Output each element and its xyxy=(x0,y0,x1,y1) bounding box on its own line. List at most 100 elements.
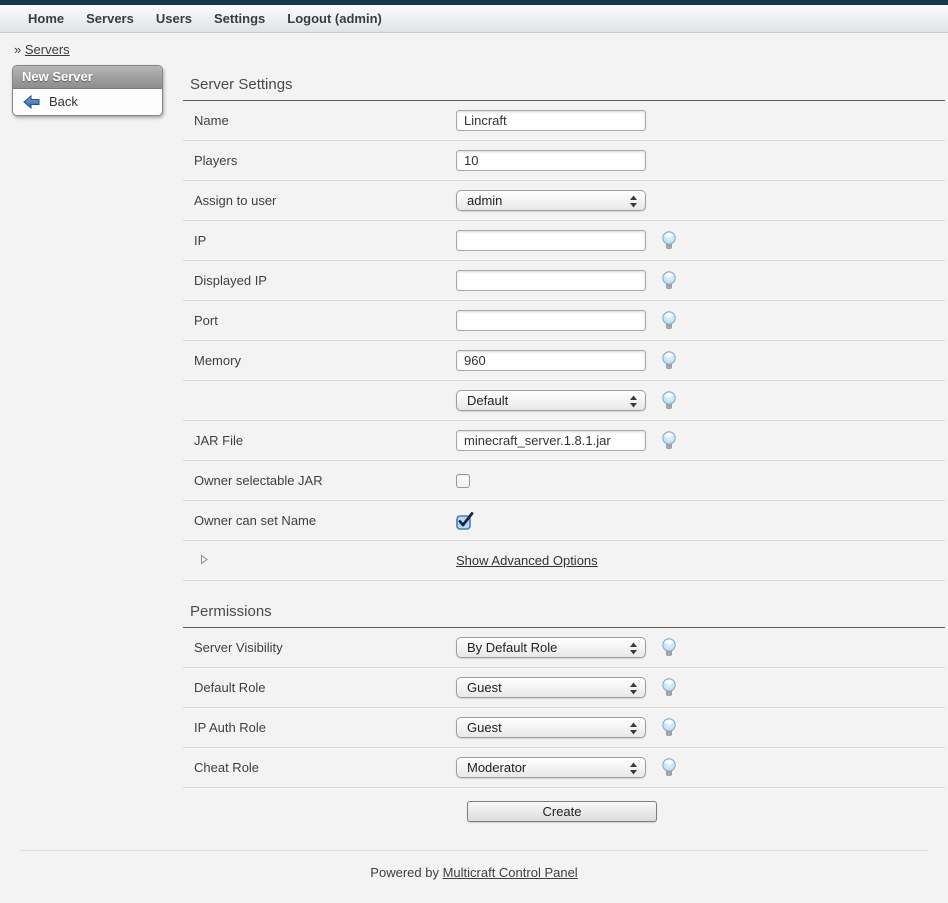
name-label: Name xyxy=(183,113,456,128)
memory-preset-select[interactable]: Default xyxy=(456,390,646,411)
select-arrows-icon xyxy=(630,762,637,775)
select-arrows-icon xyxy=(630,642,637,655)
memory-control xyxy=(456,350,677,371)
form-row-default-role: Default Role Guest xyxy=(183,668,945,708)
default-role-select[interactable]: Guest xyxy=(456,677,646,698)
ip-label: IP xyxy=(183,233,456,248)
arrow-left-icon xyxy=(23,95,40,109)
select-arrows-icon xyxy=(630,195,637,208)
form-row-port: Port xyxy=(183,301,945,341)
help-bulb-icon[interactable] xyxy=(661,678,677,697)
port-control xyxy=(456,310,677,331)
form-row-memory-preset: Default xyxy=(183,381,945,421)
form-row-players: Players xyxy=(183,141,945,181)
form-row-cheat-role: Cheat RoleModerator xyxy=(183,748,945,788)
jar-file-label: JAR File xyxy=(183,433,456,448)
breadcrumb-link-servers[interactable]: Servers xyxy=(25,42,70,57)
form-row-ip: IP xyxy=(183,221,945,261)
sidebar-panel: New Server Back xyxy=(12,65,163,116)
default-role-control: Guest xyxy=(456,677,677,698)
nav-item-settings[interactable]: Settings xyxy=(203,11,276,26)
triangle-right-icon xyxy=(194,553,209,568)
help-bulb-icon[interactable] xyxy=(661,758,677,777)
ip-control xyxy=(456,230,677,251)
nav-item-users[interactable]: Users xyxy=(145,11,203,26)
cheat-role-select[interactable]: Moderator xyxy=(456,757,646,778)
select-arrows-icon xyxy=(630,395,637,408)
server-visibility-select[interactable]: By Default Role xyxy=(456,637,646,658)
cheat-role-selected-value: Moderator xyxy=(467,760,526,775)
top-navbar: Home Servers Users Settings Logout (admi… xyxy=(0,5,948,33)
form-row-jar-file: JAR File xyxy=(183,421,945,461)
help-bulb-icon[interactable] xyxy=(661,311,677,330)
assign-to-user-selected-value: admin xyxy=(467,193,502,208)
permissions-heading: Permissions xyxy=(183,590,945,628)
advanced-options-control: Show Advanced Options xyxy=(456,553,598,568)
select-arrows-icon xyxy=(630,682,637,695)
back-button[interactable]: Back xyxy=(13,89,162,115)
default-role-selected-value: Guest xyxy=(467,680,502,695)
back-button-label: Back xyxy=(49,94,78,109)
form-row-name: Name xyxy=(183,101,945,141)
jar-file-control xyxy=(456,430,677,451)
memory-label: Memory xyxy=(183,353,456,368)
owner-selectable-jar-checkbox[interactable] xyxy=(456,474,470,488)
nav-item-servers[interactable]: Servers xyxy=(75,11,145,26)
jar-file-input[interactable] xyxy=(456,430,646,451)
help-bulb-icon[interactable] xyxy=(661,638,677,657)
ip-input[interactable] xyxy=(456,230,646,251)
advanced-options-label xyxy=(183,553,456,568)
assign-to-user-label: Assign to user xyxy=(183,193,456,208)
server-settings-heading: Server Settings xyxy=(183,63,945,101)
select-arrows-icon xyxy=(630,722,637,735)
displayed-ip-control xyxy=(456,270,677,291)
default-role-label: Default Role xyxy=(183,680,456,695)
help-bulb-icon[interactable] xyxy=(661,718,677,737)
breadcrumb: » Servers xyxy=(0,33,948,63)
form-row-memory: Memory xyxy=(183,341,945,381)
displayed-ip-label: Displayed IP xyxy=(183,273,456,288)
footer-text: Powered by xyxy=(370,865,439,880)
form-row-ip-auth-role: IP Auth RoleGuest xyxy=(183,708,945,748)
cheat-role-control: Moderator xyxy=(456,757,677,778)
port-input[interactable] xyxy=(456,310,646,331)
name-input[interactable] xyxy=(456,110,646,131)
advanced-options-link[interactable]: Show Advanced Options xyxy=(456,553,598,568)
players-control xyxy=(456,150,646,171)
players-label: Players xyxy=(183,153,456,168)
help-bulb-icon[interactable] xyxy=(661,431,677,450)
owner-can-set-name-checkbox[interactable] xyxy=(456,512,476,530)
form-row-displayed-ip: Displayed IP xyxy=(183,261,945,301)
form-row-owner-selectable-jar: Owner selectable JAR xyxy=(183,461,945,501)
help-bulb-icon[interactable] xyxy=(661,351,677,370)
name-control xyxy=(456,110,646,131)
form-row-advanced-options: Show Advanced Options xyxy=(183,541,945,581)
memory-input[interactable] xyxy=(456,350,646,371)
ip-auth-role-select[interactable]: Guest xyxy=(456,717,646,738)
create-button[interactable]: Create xyxy=(467,801,657,822)
server-visibility-control: By Default Role xyxy=(456,637,677,658)
breadcrumb-separator: » xyxy=(14,42,21,57)
footer: Powered by Multicraft Control Panel xyxy=(0,851,948,880)
players-input[interactable] xyxy=(456,150,646,171)
ip-auth-role-selected-value: Guest xyxy=(467,720,502,735)
port-label: Port xyxy=(183,313,456,328)
footer-link-multicraft[interactable]: Multicraft Control Panel xyxy=(443,865,578,880)
assign-to-user-control: admin xyxy=(456,190,646,211)
server-visibility-selected-value: By Default Role xyxy=(467,640,557,655)
help-bulb-icon[interactable] xyxy=(661,391,677,410)
form-row-owner-can-set-name: Owner can set Name xyxy=(183,501,945,541)
server-settings-rows: Name Players Assign to user admin IP Displaye… xyxy=(183,101,945,581)
help-bulb-icon[interactable] xyxy=(661,271,677,290)
form-row-assign-to-user: Assign to user admin xyxy=(183,181,945,221)
help-bulb-icon[interactable] xyxy=(661,231,677,250)
assign-to-user-select[interactable]: admin xyxy=(456,190,646,211)
memory-preset-control: Default xyxy=(456,390,677,411)
nav-item-logout[interactable]: Logout (admin) xyxy=(276,11,393,26)
owner-can-set-name-control xyxy=(456,512,476,530)
displayed-ip-input[interactable] xyxy=(456,270,646,291)
owner-can-set-name-label: Owner can set Name xyxy=(183,513,456,528)
owner-selectable-jar-label: Owner selectable JAR xyxy=(183,473,456,488)
create-row: Create xyxy=(183,788,945,832)
nav-item-home[interactable]: Home xyxy=(17,11,75,26)
